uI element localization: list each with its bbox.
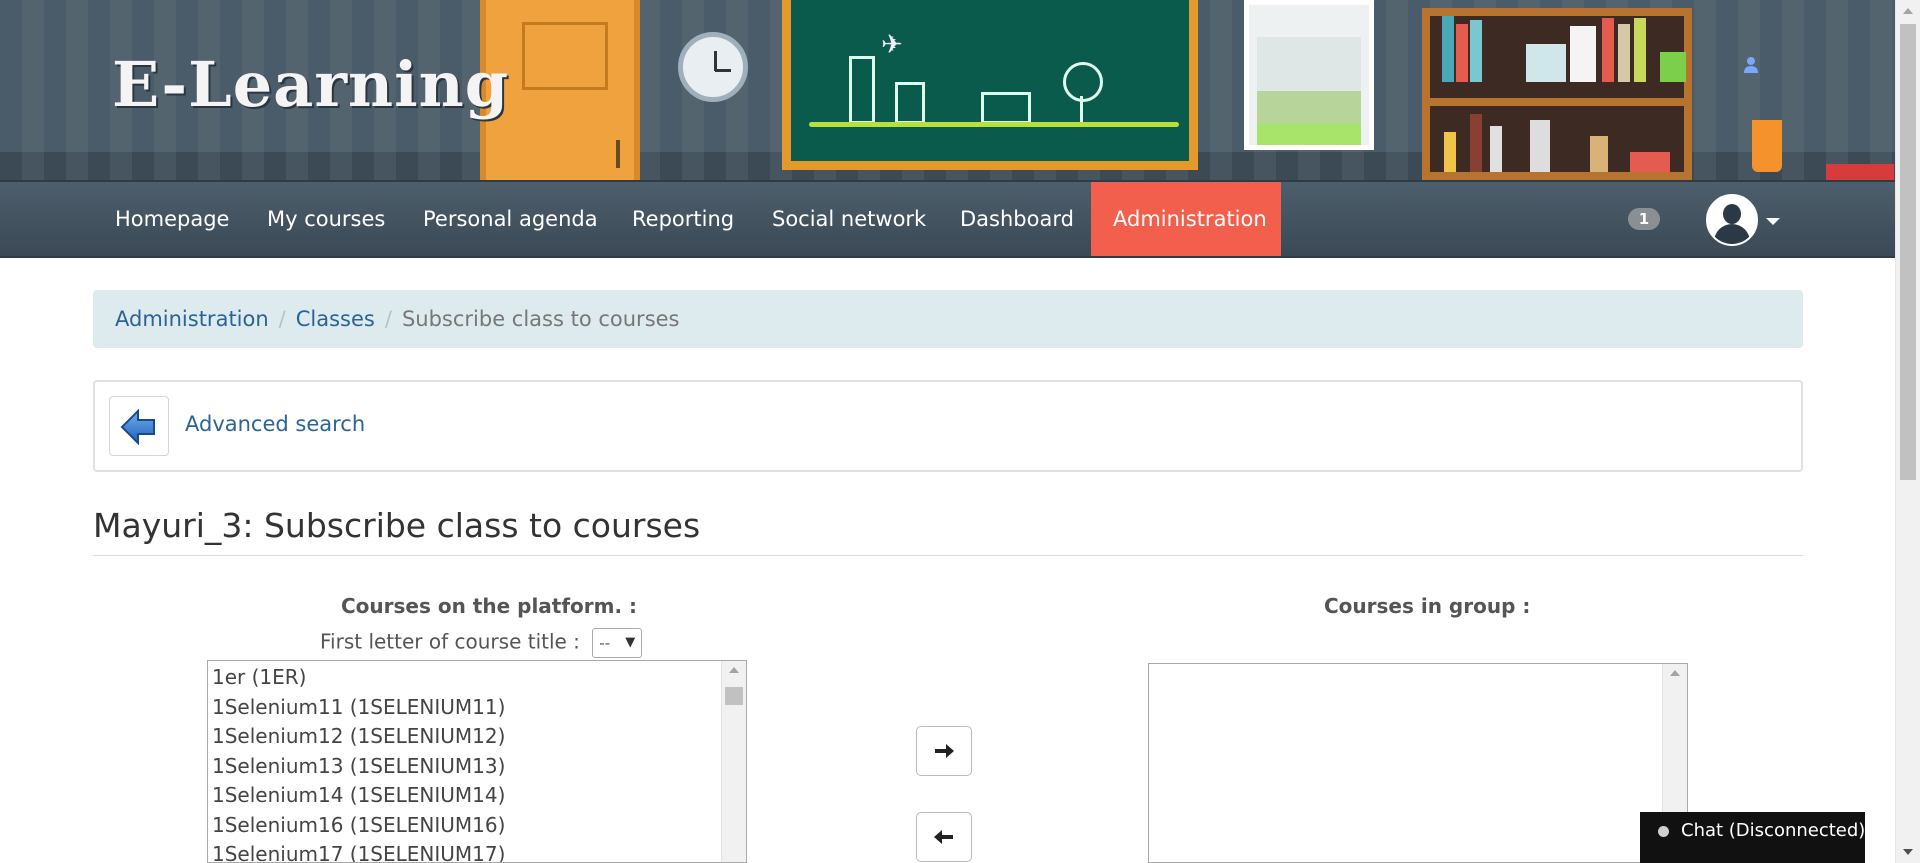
notification-badge[interactable]: 1	[1628, 208, 1660, 230]
first-letter-value: --	[599, 634, 611, 652]
breadcrumb: Administration / Classes / Subscribe class t…	[93, 290, 1803, 348]
breadcrumb-classes[interactable]: Classes	[296, 307, 375, 331]
arrow-right-icon	[935, 744, 954, 758]
breadcrumb-administration[interactable]: Administration	[115, 307, 269, 331]
actions-toolbar: Advanced search	[93, 380, 1803, 472]
list-item[interactable]: 1Selenium12 (1SELENIUM12)	[208, 722, 746, 752]
advanced-search-link[interactable]: Advanced search	[185, 412, 365, 436]
site-logo[interactable]: E-Learning	[112, 48, 509, 121]
breadcrumb-separator: /	[384, 307, 392, 331]
user-avatar-icon[interactable]	[1706, 194, 1758, 246]
chevron-down-icon[interactable]	[1766, 218, 1780, 225]
banner-picture-frame-illustration	[1244, 0, 1374, 150]
list-scrollbar[interactable]	[721, 661, 746, 862]
chat-label: Chat (Disconnected)	[1681, 820, 1866, 841]
nav-social-network[interactable]: Social network	[750, 182, 948, 256]
first-letter-select[interactable]: -- ▼	[592, 628, 643, 658]
nav-dashboard[interactable]: Dashboard	[938, 182, 1096, 256]
platform-courses-list[interactable]: 1er (1ER) 1Selenium11 (1SELENIUM11) 1Sel…	[207, 660, 747, 863]
header-banner: ✈ E-Learning	[0, 0, 1895, 180]
page-title: Mayuri_3: Subscribe class to courses	[93, 506, 701, 545]
back-button[interactable]	[109, 396, 169, 456]
group-courses-heading: Courses in group :	[1324, 594, 1531, 618]
breadcrumb-current: Subscribe class to courses	[401, 307, 680, 331]
list-item[interactable]: 1er (1ER)	[208, 663, 746, 693]
dropdown-arrow-icon: ▼	[625, 635, 636, 650]
list-item[interactable]: 1Selenium11 (1SELENIUM11)	[208, 693, 746, 723]
page-scrollbar[interactable]	[1895, 0, 1920, 863]
back-arrow-icon	[120, 409, 155, 445]
first-letter-label: First letter of course title :	[320, 629, 580, 654]
user-icon[interactable]	[1742, 56, 1760, 74]
chat-widget[interactable]: Chat (Disconnected)	[1640, 812, 1865, 863]
status-dot-icon	[1658, 825, 1669, 837]
first-letter-filter: First letter of course title : -- ▼	[320, 628, 643, 658]
group-courses-list[interactable]	[1148, 663, 1688, 863]
nav-reporting[interactable]: Reporting	[610, 182, 756, 256]
banner-pencil-cup-illustration	[1752, 120, 1782, 172]
breadcrumb-separator: /	[278, 307, 286, 331]
nav-my-courses[interactable]: My courses	[245, 182, 407, 256]
list-item[interactable]: 1Selenium13 (1SELENIUM13)	[208, 752, 746, 782]
list-item[interactable]: 1Selenium16 (1SELENIUM16)	[208, 811, 746, 841]
platform-courses-heading: Courses on the platform. :	[341, 594, 638, 618]
banner-chalkboard-illustration: ✈	[782, 0, 1198, 170]
banner-bookshelf-illustration	[1422, 8, 1692, 180]
nav-homepage[interactable]: Homepage	[93, 182, 251, 256]
banner-clock-illustration	[678, 32, 748, 102]
main-navbar: Homepage My courses Personal agenda Repo…	[0, 180, 1895, 258]
nav-administration[interactable]: Administration	[1091, 182, 1281, 256]
list-item[interactable]: 1Selenium17 (1SELENIUM17)	[208, 840, 746, 862]
add-course-button[interactable]	[916, 726, 972, 776]
remove-course-button[interactable]	[916, 812, 972, 862]
list-item[interactable]: 1Selenium14 (1SELENIUM14)	[208, 781, 746, 811]
banner-red-book-illustration	[1826, 164, 1894, 180]
title-divider	[93, 555, 1803, 556]
nav-personal-agenda[interactable]: Personal agenda	[401, 182, 620, 256]
arrow-left-icon	[934, 830, 953, 844]
